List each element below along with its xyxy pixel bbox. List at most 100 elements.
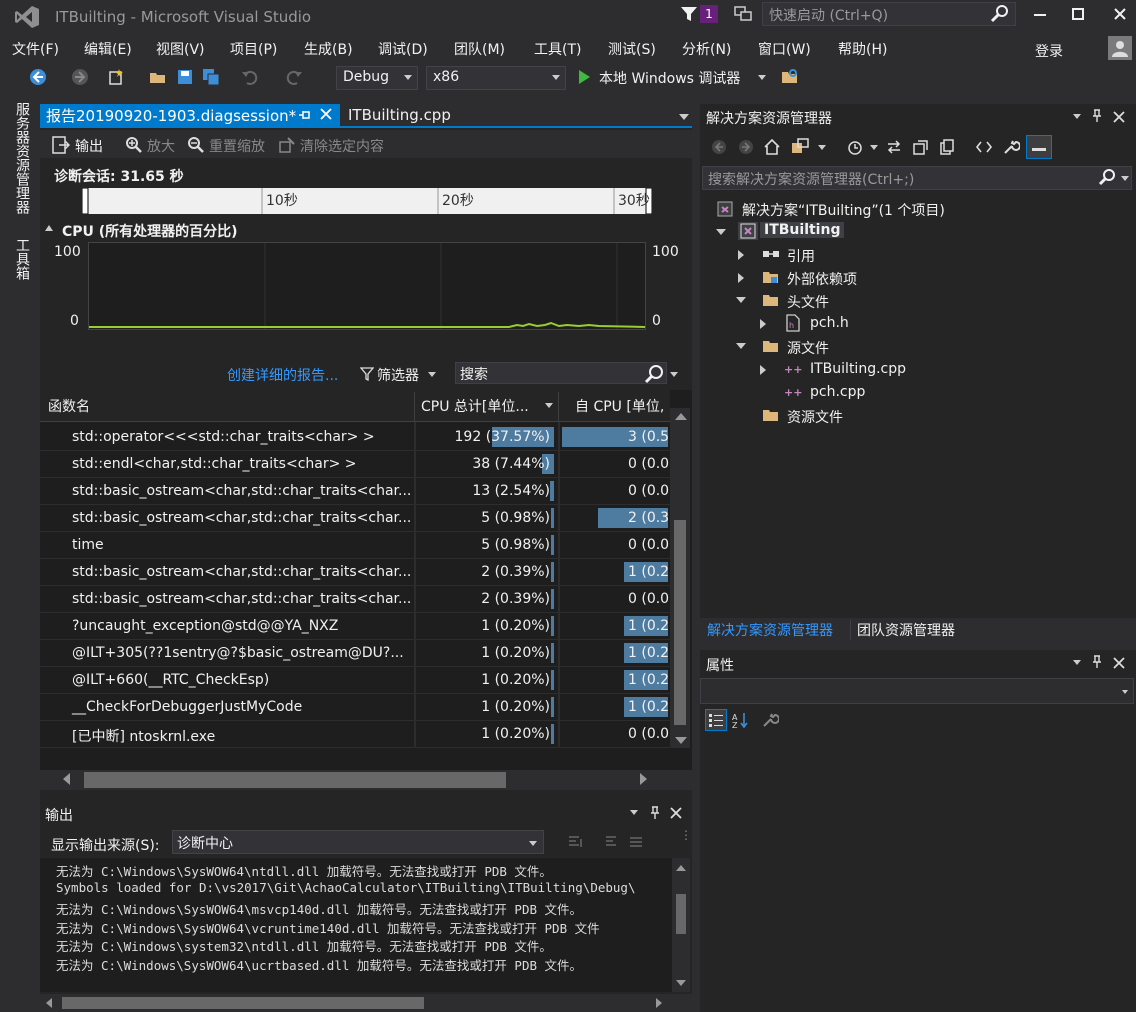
- find-in-files-icon[interactable]: [780, 67, 800, 87]
- pin-icon[interactable]: [648, 806, 662, 820]
- scroll-down-icon[interactable]: [676, 980, 686, 986]
- menu-view[interactable]: 视图(V): [156, 39, 205, 59]
- tab-diagsession[interactable]: 报告20190920-1903.diagsession*: [40, 104, 340, 126]
- close-window-button[interactable]: [1110, 6, 1130, 22]
- navigate-back-icon[interactable]: [28, 67, 48, 87]
- filter-button[interactable]: 筛选器: [377, 365, 419, 385]
- zoom-in-icon[interactable]: [124, 135, 144, 155]
- properties-wrench-icon[interactable]: [1002, 138, 1020, 156]
- go-to-previous-message-icon[interactable]: [566, 833, 584, 851]
- solution-platform-select[interactable]: x86: [426, 66, 566, 90]
- minimize-button[interactable]: [1030, 6, 1050, 22]
- tree-item-project[interactable]: ITBuilting: [760, 222, 845, 238]
- zoom-in-button[interactable]: 放大: [147, 136, 175, 156]
- expand-arrow-icon[interactable]: [738, 273, 744, 283]
- start-debugging-icon[interactable]: [576, 68, 592, 86]
- close-icon[interactable]: [1112, 656, 1126, 670]
- table-row[interactable]: @ILT+305(??1sentry@?$basic_ostream@DU?..…: [40, 640, 670, 667]
- table-row[interactable]: time 5 (0.98%) 0 (0.0: [40, 532, 670, 559]
- switch-views-dropdown-icon[interactable]: [818, 145, 826, 150]
- toolbox-tab[interactable]: 工具箱: [12, 238, 32, 280]
- tab-overflow-dropdown-icon[interactable]: [679, 114, 689, 120]
- scrollbar-thumb[interactable]: [674, 520, 686, 725]
- scroll-left-icon[interactable]: [63, 773, 70, 785]
- scroll-right-icon[interactable]: [640, 773, 647, 785]
- forward-icon[interactable]: [737, 138, 755, 156]
- table-row[interactable]: std::basic_ostream<char,std::char_traits…: [40, 559, 670, 586]
- clear-all-icon[interactable]: [627, 833, 645, 851]
- filter-icon[interactable]: [359, 366, 375, 382]
- close-tab-icon[interactable]: [320, 108, 332, 120]
- go-to-next-message-icon[interactable]: [601, 833, 619, 851]
- preview-selected-items-icon[interactable]: [1026, 135, 1052, 159]
- filter-dropdown-icon[interactable]: [428, 372, 436, 377]
- switch-views-icon[interactable]: [790, 137, 810, 157]
- scroll-left-icon[interactable]: [46, 998, 52, 1008]
- search-icon[interactable]: [990, 4, 1010, 24]
- notification-badge[interactable]: 1: [700, 5, 718, 23]
- save-icon[interactable]: [175, 67, 195, 87]
- tree-item-external-dependencies[interactable]: 外部依赖项: [787, 269, 857, 289]
- tree-item-itbuilting-cpp[interactable]: ITBuilting.cpp: [810, 361, 906, 377]
- tree-item-pch-cpp[interactable]: pch.cpp: [810, 384, 865, 400]
- save-all-icon[interactable]: [201, 67, 221, 87]
- scroll-up-icon[interactable]: [675, 413, 687, 420]
- tree-item-pch-h[interactable]: pch.h: [810, 315, 849, 331]
- collapse-arrow-icon[interactable]: [736, 297, 746, 303]
- output-icon[interactable]: [51, 135, 71, 155]
- collapse-all-icon[interactable]: [912, 138, 930, 156]
- sign-in-link[interactable]: 登录: [1035, 41, 1063, 61]
- output-button[interactable]: 输出: [75, 136, 103, 156]
- expand-arrow-icon[interactable]: [738, 250, 744, 260]
- window-position-icon[interactable]: [1073, 114, 1081, 119]
- scrollbar-thumb[interactable]: [84, 772, 506, 788]
- timeline-ruler[interactable]: [82, 188, 652, 214]
- table-row[interactable]: std::basic_ostream<char,std::char_traits…: [40, 586, 670, 613]
- tab-team-explorer[interactable]: 团队资源管理器: [850, 620, 961, 640]
- avatar[interactable]: [1108, 36, 1132, 60]
- pin-icon[interactable]: [298, 108, 310, 122]
- home-icon[interactable]: [763, 138, 781, 156]
- tab-itbuilting-cpp[interactable]: ITBuilting.cpp: [348, 106, 451, 124]
- table-row[interactable]: std::basic_ostream<char,std::char_traits…: [40, 478, 670, 505]
- menu-test[interactable]: 测试(S): [608, 39, 656, 59]
- column-header-total-cpu[interactable]: CPU 总计[单位...: [421, 396, 529, 416]
- expand-arrow-icon[interactable]: [760, 365, 766, 375]
- scrollbar-thumb[interactable]: [676, 894, 686, 934]
- collapse-arrow-icon[interactable]: [736, 343, 746, 349]
- pin-icon[interactable]: [1090, 655, 1104, 669]
- property-pages-icon[interactable]: [760, 710, 780, 730]
- menu-edit[interactable]: 编辑(E): [84, 39, 132, 59]
- output-text-area[interactable]: 无法为 C:\Windows\SysWOW64\ntdll.dll 加载符号。无…: [40, 858, 672, 992]
- categorized-icon[interactable]: [705, 709, 727, 731]
- menu-team[interactable]: 团队(M): [454, 39, 505, 59]
- scroll-down-icon[interactable]: [675, 737, 687, 744]
- reset-zoom-button[interactable]: 重置缩放: [209, 136, 265, 156]
- table-row[interactable]: std::operator<<<std::char_traits<char> >…: [40, 424, 670, 451]
- menu-analyze[interactable]: 分析(N): [682, 39, 731, 59]
- dropdown-arrow-icon[interactable]: [1122, 690, 1128, 694]
- output-source-select[interactable]: 诊断中心: [172, 830, 544, 854]
- table-row[interactable]: ?uncaught_exception@std@@YA_NXZ 1 (0.20%)…: [40, 613, 670, 640]
- search-options-dropdown-icon[interactable]: [670, 372, 678, 377]
- clear-selection-button[interactable]: 清除选定内容: [300, 136, 384, 156]
- solution-search-input[interactable]: 搜索解决方案资源管理器(Ctrl+;): [702, 166, 1132, 190]
- output-window-position-icon[interactable]: [630, 810, 638, 815]
- menu-tools[interactable]: 工具(T): [534, 39, 581, 59]
- redo-icon[interactable]: [284, 67, 304, 87]
- view-code-icon[interactable]: [975, 138, 993, 156]
- tree-item-source-files[interactable]: 源文件: [787, 338, 829, 358]
- table-row[interactable]: __CheckForDebuggerJustMyCode 1 (0.20%) 1 (…: [40, 694, 670, 721]
- collapse-cpu-icon[interactable]: [45, 225, 53, 231]
- tree-item-header-files[interactable]: 头文件: [787, 292, 829, 312]
- solution-configuration-select[interactable]: Debug: [336, 66, 418, 90]
- function-search-input[interactable]: 搜索: [455, 362, 667, 384]
- tree-item-solution[interactable]: 解决方案“ITBuilting”(1 个项目): [742, 200, 945, 220]
- overflow-menu-icon[interactable]: ⋮: [680, 828, 692, 842]
- expand-arrow-icon[interactable]: [760, 319, 766, 329]
- reset-zoom-icon[interactable]: [186, 135, 206, 155]
- maximize-button[interactable]: [1068, 6, 1088, 22]
- menu-debug[interactable]: 调试(D): [378, 39, 428, 59]
- tree-item-resource-files[interactable]: 资源文件: [787, 407, 843, 427]
- table-row[interactable]: @ILT+660(__RTC_CheckEsp) 1 (0.20%) 1 (0.2: [40, 667, 670, 694]
